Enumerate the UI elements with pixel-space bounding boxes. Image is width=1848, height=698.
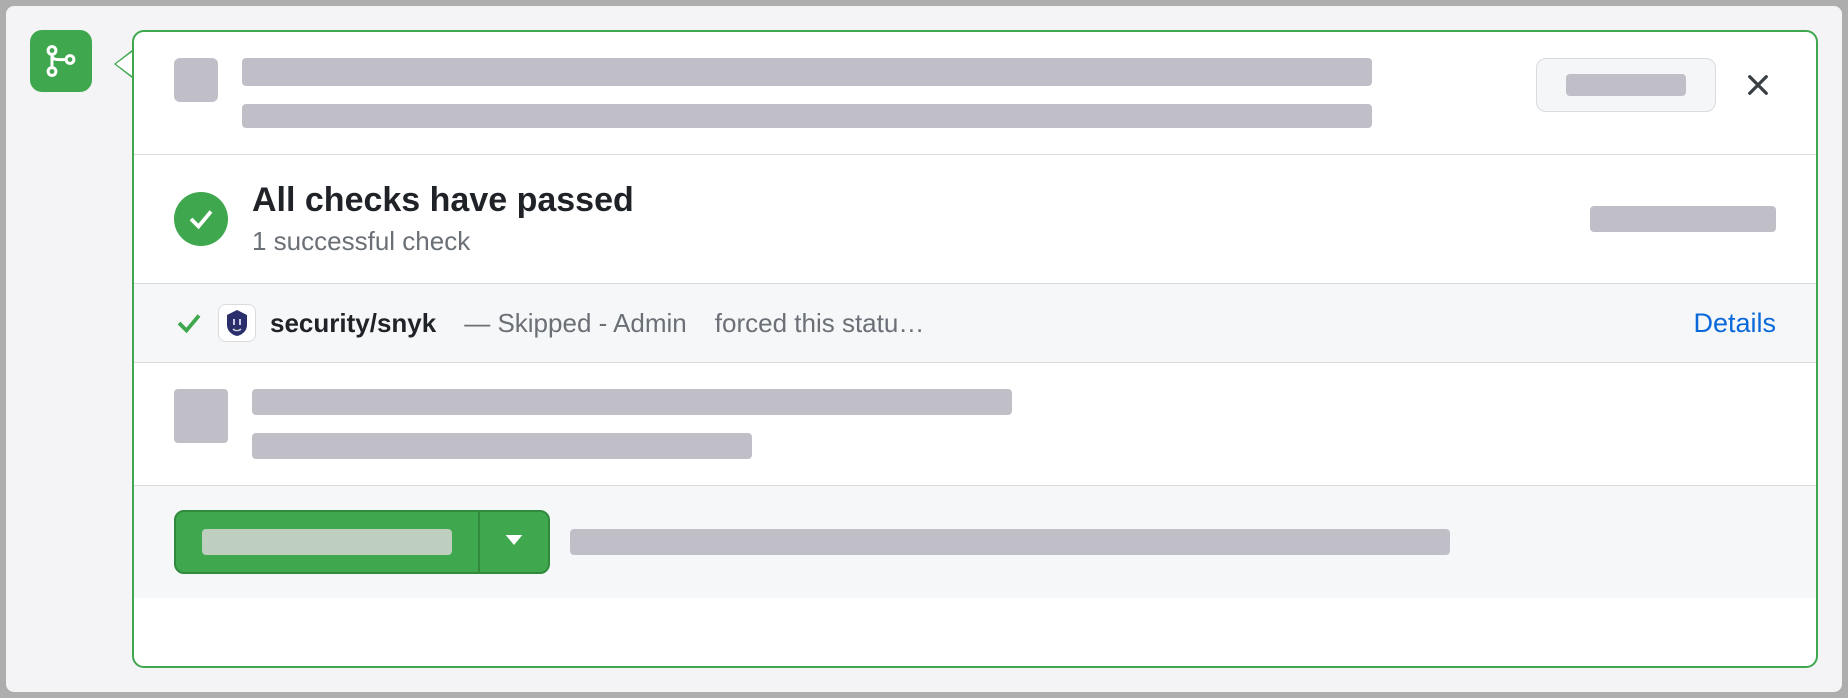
status-right-placeholder <box>1590 206 1776 232</box>
success-check-icon <box>174 192 228 246</box>
status-title: All checks have passed <box>252 181 634 220</box>
info-line-2 <box>252 433 752 459</box>
check-name: security/snyk <box>270 308 436 339</box>
status-subtitle: 1 successful check <box>252 226 634 257</box>
panel-arrow <box>114 50 132 78</box>
info-section <box>134 362 1816 485</box>
header-line-1 <box>242 58 1372 86</box>
avatar <box>174 58 218 102</box>
check-message-prefix: — Skipped - Admin <box>464 308 687 339</box>
header-action-label <box>1566 74 1686 96</box>
merge-button-group <box>174 510 550 574</box>
close-icon[interactable] <box>1740 67 1776 103</box>
info-line-1 <box>252 389 1012 415</box>
check-message-suffix: forced this statu… <box>715 308 925 339</box>
header-text-block <box>242 58 1512 128</box>
check-icon <box>174 308 204 338</box>
footer-section <box>134 485 1816 598</box>
caret-down-icon <box>504 533 524 552</box>
merge-status-panel: All checks have passed 1 successful chec… <box>132 30 1818 668</box>
merge-options-dropdown[interactable] <box>478 512 548 572</box>
merge-button[interactable] <box>176 512 478 572</box>
merge-button-label <box>202 529 452 555</box>
info-icon <box>174 389 228 443</box>
git-merge-icon <box>30 30 92 92</box>
footer-note <box>570 529 1776 555</box>
checks-status-section: All checks have passed 1 successful chec… <box>134 154 1816 283</box>
panel-header <box>134 32 1816 154</box>
check-row: security/snyk — Skipped - Admin forced t… <box>134 283 1816 362</box>
snyk-app-icon <box>218 304 256 342</box>
header-action-button[interactable] <box>1536 58 1716 112</box>
header-line-2 <box>242 104 1372 128</box>
check-details-link[interactable]: Details <box>1693 308 1776 339</box>
